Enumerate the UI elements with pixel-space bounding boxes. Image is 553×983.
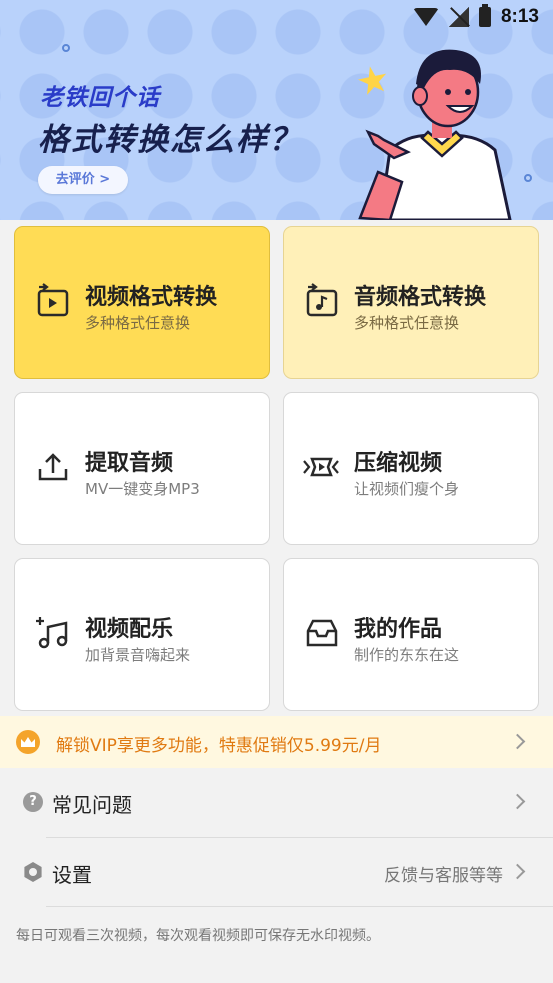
settings-gear-icon [24, 862, 42, 882]
no-signal-icon [448, 7, 469, 27]
my-works-card[interactable]: 我的作品 制作的东东在这 [283, 558, 539, 711]
card-desc: 制作的东东在这 [354, 646, 460, 664]
vip-promo-bar[interactable]: 解锁VIP享更多功能，特惠促销仅5.99元/月 [0, 716, 553, 768]
card-title: 视频格式转换 [85, 285, 218, 310]
video-convert-icon [37, 283, 69, 317]
divider [46, 906, 553, 907]
card-title: 音频格式转换 [354, 285, 487, 310]
inbox-icon [306, 619, 338, 647]
card-title: 视频配乐 [85, 617, 174, 642]
clock: 8:13 [500, 6, 539, 27]
card-desc: 多种格式任意换 [85, 314, 191, 332]
compress-icon [303, 457, 339, 477]
battery-icon [478, 4, 491, 27]
audio-convert-icon [306, 283, 338, 317]
cartoon-person-illustration [358, 49, 512, 220]
card-desc: MV一键变身MP3 [85, 480, 200, 498]
card-title: 提取音频 [85, 451, 174, 476]
crown-icon [16, 730, 40, 754]
decor-circle [62, 44, 70, 52]
status-bar: 8:13 [412, 4, 539, 28]
footer-note: 每日可观看三次视频，每次观看视频即可保存无水印视频。 [16, 928, 380, 944]
banner-title: 格式转换怎么样？ [38, 122, 302, 158]
chevron-right-icon [509, 863, 526, 880]
question-icon: ? [23, 792, 43, 812]
banner[interactable]: 8:13 老铁回个话 格式转换怎么样？ 去评价 > [0, 0, 553, 220]
chevron-right-icon [509, 733, 526, 750]
card-desc: 让视频们瘦个身 [354, 480, 460, 498]
rate-button[interactable]: 去评价 > [38, 166, 128, 194]
wifi-icon [412, 8, 439, 26]
settings-row[interactable]: 设置 反馈与客服等等 [0, 838, 553, 906]
vip-promo-text: 解锁VIP享更多功能，特惠促销仅5.99元/月 [56, 736, 382, 756]
upload-icon [38, 453, 68, 481]
audio-format-convert-card[interactable]: 音频格式转换 多种格式任意换 [283, 226, 539, 379]
card-title: 压缩视频 [354, 451, 443, 476]
card-desc: 加背景音嗨起来 [85, 646, 191, 664]
video-music-card[interactable]: 视频配乐 加背景音嗨起来 [14, 558, 270, 711]
compress-video-card[interactable]: 压缩视频 让视频们瘦个身 [283, 392, 539, 545]
settings-label: 设置 [52, 863, 92, 887]
faq-row[interactable]: ? 常见问题 [0, 768, 553, 836]
video-format-convert-card[interactable]: 视频格式转换 多种格式任意换 [14, 226, 270, 379]
settings-hint: 反馈与客服等等 [384, 866, 503, 886]
card-title: 我的作品 [354, 617, 443, 642]
card-desc: 多种格式任意换 [354, 314, 460, 332]
banner-subtitle: 老铁回个话 [40, 85, 160, 111]
extract-audio-card[interactable]: 提取音频 MV一键变身MP3 [14, 392, 270, 545]
faq-label: 常见问题 [52, 793, 132, 817]
chevron-right-icon [509, 793, 526, 810]
music-add-icon [36, 617, 68, 649]
